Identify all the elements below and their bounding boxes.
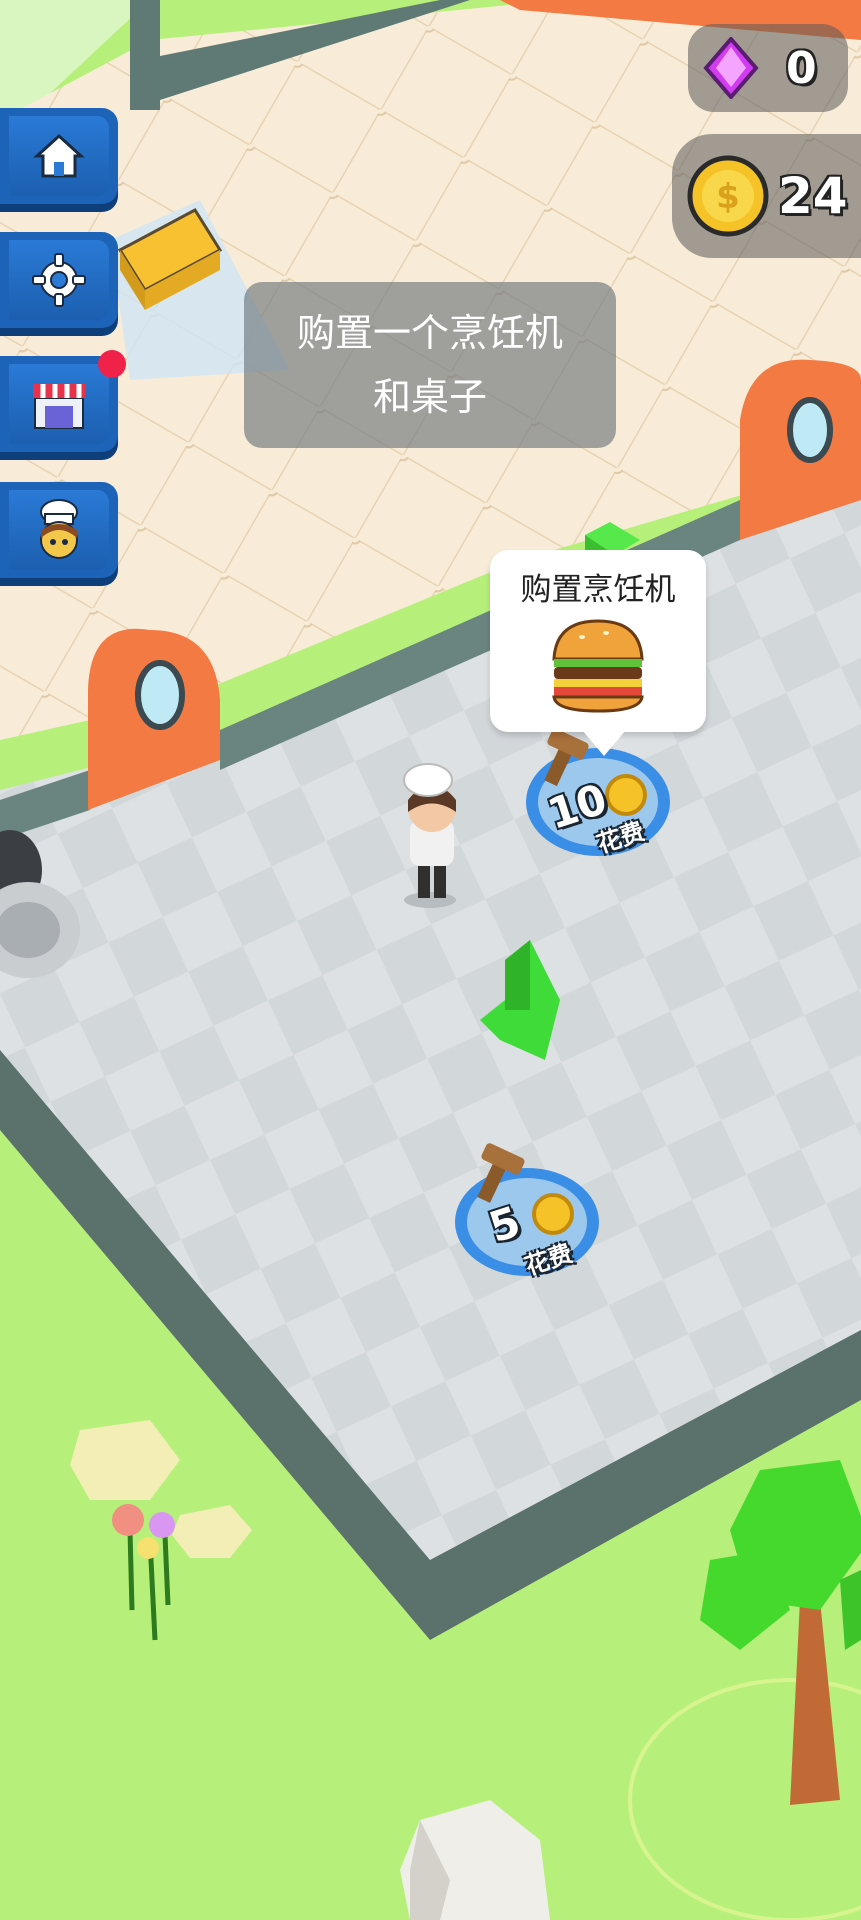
burger-icon xyxy=(552,619,644,713)
coin-icon xyxy=(605,774,647,816)
coin-counter: $ 24 xyxy=(672,134,861,258)
hint-line-1: 购置一个烹饪机 xyxy=(296,311,563,355)
shop-notification-dot xyxy=(98,350,126,378)
gem-count: 0 xyxy=(786,42,817,94)
svg-text:$: $ xyxy=(716,177,740,217)
chef-icon xyxy=(40,499,78,559)
coin-icon: $ xyxy=(687,155,769,237)
gem-counter: 0 xyxy=(688,24,848,112)
tutorial-hint: 购置一个烹饪机 和桌子 xyxy=(244,282,616,448)
chef-button[interactable] xyxy=(0,482,118,578)
home-icon xyxy=(33,133,85,178)
purchase-bubble[interactable]: 购置烹饪机 xyxy=(490,550,706,756)
gem-icon xyxy=(703,37,759,99)
settings-button[interactable] xyxy=(0,232,118,328)
coin-icon xyxy=(532,1193,574,1235)
coin-count: 24 xyxy=(778,167,848,225)
shop-icon xyxy=(33,384,85,429)
gear-icon xyxy=(32,253,86,307)
home-button[interactable] xyxy=(0,108,118,204)
bubble-tail xyxy=(582,730,626,756)
purchase-bubble-title: 购置烹饪机 xyxy=(520,572,676,608)
hint-line-2: 和桌子 xyxy=(372,375,487,419)
